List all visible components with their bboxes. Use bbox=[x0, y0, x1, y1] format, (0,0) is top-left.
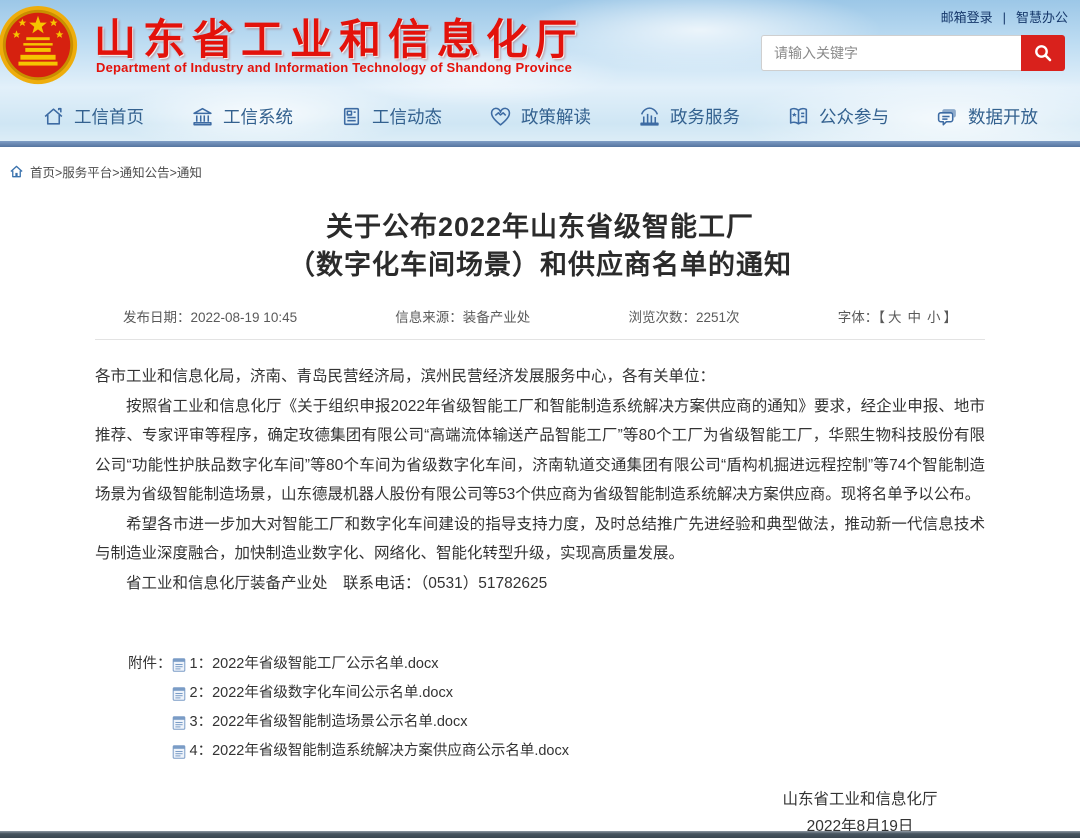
topbar-links: 邮箱登录 | 智慧办公 bbox=[941, 7, 1068, 26]
topbar-separator: | bbox=[1003, 10, 1006, 25]
open-book-icon bbox=[787, 105, 810, 128]
nav-item-label: 公众参与 bbox=[819, 104, 889, 129]
article-meta: 发布日期：2022-08-19 10:45 信息来源：装备产业处 浏览次数：22… bbox=[95, 300, 985, 340]
nav-item-data[interactable]: 数据开放 bbox=[936, 104, 1038, 129]
home-icon bbox=[9, 164, 24, 179]
font-size-label: 字体：【 bbox=[838, 310, 885, 325]
article-title: 关于公布2022年山东省级智能工厂 （数字化车间场景）和供应商名单的通知 bbox=[95, 208, 985, 284]
search-button[interactable] bbox=[1021, 35, 1065, 71]
attachment-name: 1：2022年省级智能工厂公示名单.docx bbox=[190, 650, 439, 679]
nav-item-label: 政务服务 bbox=[670, 104, 740, 129]
nav-item-label: 数据开放 bbox=[968, 104, 1038, 129]
attachment-name: 2：2022年省级数字化车间公示名单.docx bbox=[190, 679, 453, 708]
attachment-link[interactable]: 1：2022年省级智能工厂公示名单.docx bbox=[172, 650, 569, 679]
nav-item-system[interactable]: 工信系统 bbox=[191, 104, 293, 129]
page: 邮箱登录 | 智慧办公 山东省工业和信息化厅 Department of Indus… bbox=[0, 0, 1080, 838]
site-search bbox=[761, 35, 1065, 71]
handshake-icon bbox=[489, 105, 512, 128]
article-title-line2: （数字化车间场景）和供应商名单的通知 bbox=[95, 246, 985, 284]
nav-item-label: 工信动态 bbox=[372, 104, 442, 129]
signature-org: 山东省工业和信息化厅 bbox=[735, 786, 985, 813]
nav-item-participation[interactable]: 公众参与 bbox=[787, 104, 889, 129]
font-size-bracket: 】 bbox=[944, 310, 958, 325]
nav-item-news[interactable]: 工信动态 bbox=[340, 104, 442, 129]
publish-date: 发布日期：2022-08-19 10:45 bbox=[123, 306, 297, 326]
site-header: 邮箱登录 | 智慧办公 山东省工业和信息化厅 Department of Indus… bbox=[0, 0, 1080, 141]
article: 关于公布2022年山东省级智能工厂 （数字化车间场景）和供应商名单的通知 发布日… bbox=[95, 208, 985, 838]
bank-icon bbox=[191, 105, 214, 128]
attachment-name: 4：2022年省级智能制造系统解决方案供应商公示名单.docx bbox=[190, 737, 569, 766]
smart-office-link[interactable]: 智慧办公 bbox=[1016, 10, 1068, 25]
doc-file-icon bbox=[172, 716, 186, 730]
news-icon bbox=[340, 105, 363, 128]
font-size-large-button[interactable]: 大 bbox=[888, 310, 902, 325]
site-subtitle: Department of Industry and Information T… bbox=[96, 60, 572, 75]
doc-file-icon bbox=[172, 658, 186, 672]
nav-item-services[interactable]: 政务服务 bbox=[638, 104, 740, 129]
font-size-control: 字体：【大中小】 bbox=[838, 306, 957, 326]
article-body: 各市工业和信息化局，济南、青岛民营经济局，滨州民营经济发展服务中心，各有关单位：… bbox=[95, 362, 985, 598]
nav-item-label: 工信系统 bbox=[223, 104, 293, 129]
attachments-section: 附件： 1：2022年省级智能工厂公示名单.docx 2：2022年省级数字化车… bbox=[95, 650, 985, 766]
font-size-medium-button[interactable]: 中 bbox=[908, 310, 922, 325]
national-emblem bbox=[0, 4, 81, 90]
breadcrumb: 首页>服务平台>通知公告>通知 bbox=[9, 162, 1080, 180]
main-nav: 工信首页 工信系统 工信动态 政策解读 bbox=[0, 92, 1080, 141]
search-icon bbox=[1033, 43, 1053, 63]
attachment-link[interactable]: 2：2022年省级数字化车间公示名单.docx bbox=[172, 679, 569, 708]
breadcrumb-path[interactable]: 首页>服务平台>通知公告>通知 bbox=[30, 162, 202, 181]
doc-file-icon bbox=[172, 745, 186, 759]
font-size-small-button[interactable]: 小 bbox=[927, 310, 941, 325]
attachments-list: 1：2022年省级智能工厂公示名单.docx 2：2022年省级数字化车间公示名… bbox=[172, 650, 569, 766]
paragraph-main: 按照省工业和信息化厅《关于组织申报2022年省级智能工厂和智能制造系统解决方案供… bbox=[95, 392, 985, 510]
site-title[interactable]: 山东省工业和信息化厅 bbox=[94, 6, 584, 67]
article-title-line1: 关于公布2022年山东省级智能工厂 bbox=[95, 208, 985, 246]
attachments-label: 附件： bbox=[95, 650, 172, 766]
chat-bubbles-icon bbox=[936, 105, 959, 128]
nav-item-home[interactable]: 工信首页 bbox=[42, 104, 144, 129]
attachment-name: 3：2022年省级智能制造场景公示名单.docx bbox=[190, 708, 468, 737]
paragraph-contact: 省工业和信息化厅装备产业处 联系电话：（0531）51782625 bbox=[95, 569, 985, 599]
mail-login-link[interactable]: 邮箱登录 bbox=[941, 10, 993, 25]
doc-file-icon bbox=[172, 687, 186, 701]
search-input[interactable] bbox=[761, 35, 1021, 71]
paragraph-salutation: 各市工业和信息化局，济南、青岛民营经济局，滨州民营经济发展服务中心，各有关单位： bbox=[95, 362, 985, 392]
header-divider bbox=[0, 141, 1080, 147]
columns-chart-icon bbox=[638, 105, 661, 128]
attachment-link[interactable]: 4：2022年省级智能制造系统解决方案供应商公示名单.docx bbox=[172, 737, 569, 766]
attachment-link[interactable]: 3：2022年省级智能制造场景公示名单.docx bbox=[172, 708, 569, 737]
nav-item-policy[interactable]: 政策解读 bbox=[489, 104, 591, 129]
nav-item-label: 工信首页 bbox=[74, 104, 144, 129]
paragraph-hope: 希望各市进一步加大对智能工厂和数字化车间建设的指导支持力度，及时总结推广先进经验… bbox=[95, 510, 985, 569]
nav-item-label: 政策解读 bbox=[521, 104, 591, 129]
info-source: 信息来源：装备产业处 bbox=[395, 306, 530, 326]
view-count: 浏览次数：2251次 bbox=[629, 306, 740, 326]
home-icon bbox=[42, 105, 65, 128]
footer-top-edge bbox=[0, 831, 1080, 838]
